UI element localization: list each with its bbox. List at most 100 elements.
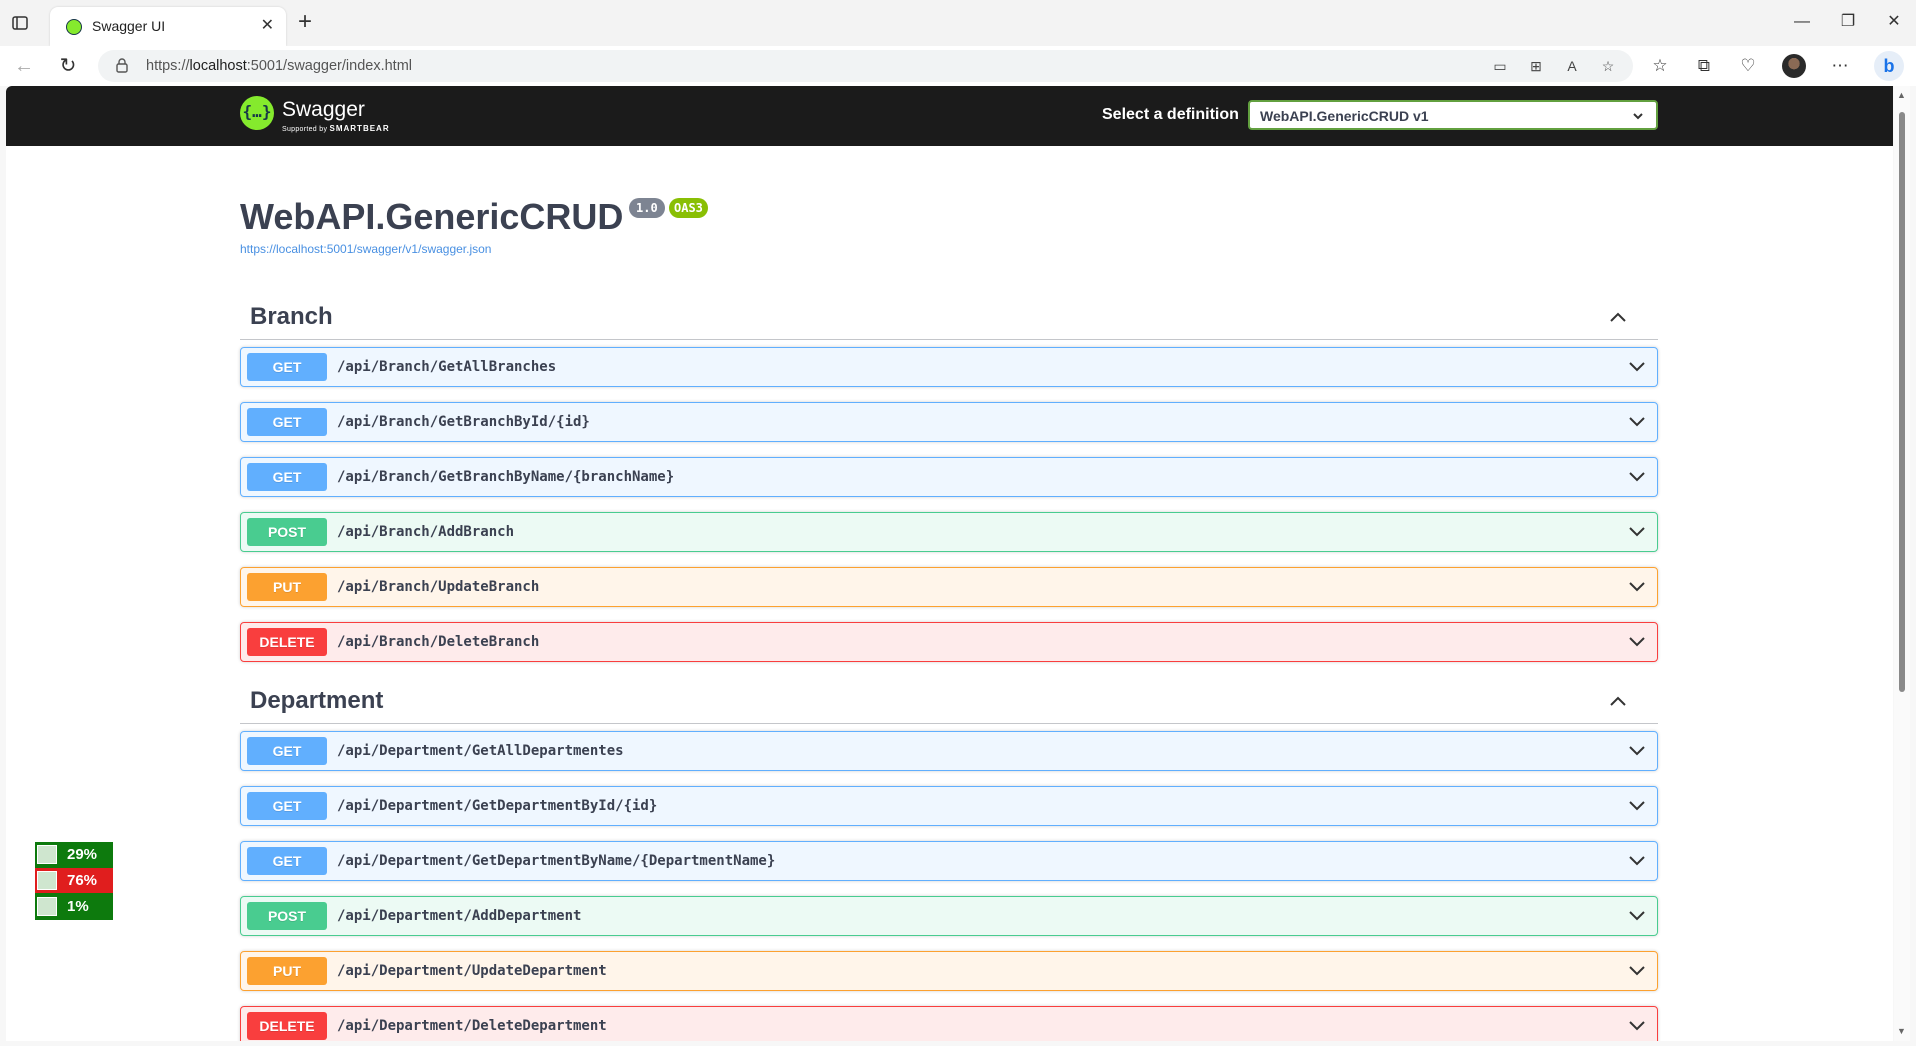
operation-row[interactable]: GET/api/Branch/GetBranchByName/{branchNa… bbox=[240, 457, 1658, 497]
oas-badge: OAS3 bbox=[669, 198, 708, 218]
tab-actions-icon[interactable] bbox=[10, 13, 30, 33]
tag-section-header[interactable]: Branch bbox=[240, 295, 1658, 340]
chevron-down-icon[interactable] bbox=[1627, 634, 1647, 655]
chevron-down-icon[interactable] bbox=[1627, 359, 1647, 380]
chevron-down-icon[interactable] bbox=[1627, 524, 1647, 545]
chevron-down-icon[interactable] bbox=[1627, 963, 1647, 984]
browser-tab-strip: Swagger UI ✕ + — ❐ ✕ bbox=[0, 0, 1916, 46]
operation-row[interactable]: PUT/api/Department/UpdateDepartment bbox=[240, 951, 1658, 991]
copilot-icon[interactable]: b bbox=[1874, 51, 1904, 81]
url-text[interactable]: https://localhost:5001/swagger/index.htm… bbox=[146, 58, 412, 74]
operation-path: /api/Branch/GetBranchByName/{branchName} bbox=[337, 469, 675, 485]
device-icon[interactable]: ▭ bbox=[1490, 56, 1510, 76]
back-icon[interactable]: ← bbox=[12, 54, 36, 78]
chevron-up-icon[interactable] bbox=[1608, 693, 1628, 714]
method-badge: GET bbox=[247, 463, 327, 491]
disk-icon bbox=[37, 897, 57, 916]
tag-section-header[interactable]: Department bbox=[240, 679, 1658, 724]
chevron-down-icon[interactable] bbox=[1627, 743, 1647, 764]
operation-row[interactable]: POST/api/Branch/AddBranch bbox=[240, 512, 1658, 552]
operation-row[interactable]: GET/api/Branch/GetAllBranches bbox=[240, 347, 1658, 387]
window-close-icon[interactable]: ✕ bbox=[1874, 10, 1914, 34]
url-path: :5001/swagger/index.html bbox=[246, 58, 413, 74]
scroll-down-icon[interactable]: ▼ bbox=[1897, 1026, 1906, 1036]
operation-path: /api/Department/GetDepartmentByName/{Dep… bbox=[337, 853, 776, 869]
logo-subtitle: Supported by SMARTBEAR bbox=[282, 124, 390, 133]
tag-name: Branch bbox=[250, 303, 333, 330]
spec-url-link[interactable]: https://localhost:5001/swagger/v1/swagge… bbox=[240, 242, 491, 256]
collections-icon[interactable]: ⧉ bbox=[1692, 54, 1716, 78]
profile-avatar[interactable] bbox=[1782, 54, 1806, 78]
method-badge: PUT bbox=[247, 573, 327, 601]
memory-icon bbox=[37, 871, 57, 890]
chevron-up-icon[interactable] bbox=[1608, 309, 1628, 330]
restore-icon[interactable]: ❐ bbox=[1828, 10, 1868, 34]
more-options-icon[interactable]: ⋯ bbox=[1828, 54, 1852, 78]
api-title: WebAPI.GenericCRUD bbox=[240, 196, 624, 237]
operation-row[interactable]: GET/api/Branch/GetBranchById/{id} bbox=[240, 402, 1658, 442]
operation-row[interactable]: DELETE/api/Branch/DeleteBranch bbox=[240, 622, 1658, 662]
address-toolbar: ← ↻ https://localhost:5001/swagger/index… bbox=[0, 46, 1916, 86]
operation-path: /api/Branch/AddBranch bbox=[337, 524, 515, 540]
refresh-icon[interactable]: ↻ bbox=[56, 54, 80, 78]
address-bar[interactable]: https://localhost:5001/swagger/index.htm… bbox=[98, 50, 1633, 82]
method-badge: GET bbox=[247, 792, 327, 820]
operation-path: /api/Department/UpdateDepartment bbox=[337, 963, 607, 979]
disk-row: 1% bbox=[35, 894, 113, 919]
method-badge: GET bbox=[247, 353, 327, 381]
apps-icon[interactable]: ⊞ bbox=[1526, 56, 1546, 76]
swagger-favicon-icon bbox=[66, 19, 82, 35]
operation-path: /api/Branch/UpdateBranch bbox=[337, 579, 540, 595]
version-badge: 1.0 bbox=[629, 198, 665, 218]
lock-icon[interactable] bbox=[116, 58, 128, 78]
chevron-down-icon[interactable] bbox=[1627, 1018, 1647, 1039]
memory-value: 76% bbox=[67, 872, 98, 889]
disk-value: 1% bbox=[67, 898, 89, 915]
method-badge: DELETE bbox=[247, 1012, 327, 1040]
add-favorite-icon[interactable]: ☆ bbox=[1598, 56, 1618, 76]
method-badge: GET bbox=[247, 737, 327, 765]
operation-row[interactable]: POST/api/Department/AddDepartment bbox=[240, 896, 1658, 936]
chevron-down-icon[interactable] bbox=[1627, 469, 1647, 490]
operation-path: /api/Department/GetDepartmentById/{id} bbox=[337, 798, 658, 814]
method-badge: POST bbox=[247, 902, 327, 930]
tag-name: Department bbox=[250, 687, 384, 714]
cpu-icon bbox=[37, 845, 57, 864]
logo-name: Swagger bbox=[282, 98, 365, 121]
operation-row[interactable]: DELETE/api/Department/DeleteDepartment bbox=[240, 1006, 1658, 1041]
operation-row[interactable]: GET/api/Department/GetAllDepartmentes bbox=[240, 731, 1658, 771]
memory-row: 76% bbox=[35, 868, 113, 893]
chevron-down-icon[interactable] bbox=[1627, 853, 1647, 874]
browser-essentials-icon[interactable]: ♡ bbox=[1736, 54, 1760, 78]
chevron-down-icon[interactable] bbox=[1627, 414, 1647, 435]
definition-label: Select a definition bbox=[1102, 106, 1239, 123]
favorites-icon[interactable]: ☆ bbox=[1648, 54, 1672, 78]
url-domain: localhost bbox=[189, 58, 247, 74]
operation-row[interactable]: PUT/api/Branch/UpdateBranch bbox=[240, 567, 1658, 607]
tab-close-icon[interactable]: ✕ bbox=[261, 16, 274, 36]
page-scrollbar[interactable]: ▲ ▼ bbox=[1894, 86, 1910, 1041]
definition-select[interactable]: WebAPI.GenericCRUD v1 bbox=[1248, 100, 1658, 130]
operation-row[interactable]: GET/api/Department/GetDepartmentByName/{… bbox=[240, 841, 1658, 881]
chevron-down-icon[interactable] bbox=[1627, 579, 1647, 600]
new-tab-icon[interactable]: + bbox=[298, 10, 312, 34]
operation-path: /api/Department/GetAllDepartmentes bbox=[337, 743, 624, 759]
method-badge: GET bbox=[247, 847, 327, 875]
minimize-icon[interactable]: — bbox=[1782, 10, 1822, 34]
logo-brand-text: SMARTBEAR bbox=[329, 124, 390, 133]
method-badge: POST bbox=[247, 518, 327, 546]
system-monitor-widget[interactable]: 29% 76% 1% bbox=[35, 842, 113, 920]
cpu-value: 29% bbox=[67, 846, 98, 863]
url-scheme: https:// bbox=[146, 58, 190, 74]
chevron-down-icon[interactable] bbox=[1627, 798, 1647, 819]
operation-path: /api/Department/DeleteDepartment bbox=[337, 1018, 607, 1034]
swagger-logo-icon: {…} bbox=[240, 96, 274, 130]
operation-row[interactable]: GET/api/Department/GetDepartmentById/{id… bbox=[240, 786, 1658, 826]
scroll-up-icon[interactable]: ▲ bbox=[1897, 90, 1906, 100]
scrollbar-thumb[interactable] bbox=[1899, 112, 1905, 692]
operation-path: /api/Department/AddDepartment bbox=[337, 908, 582, 924]
swagger-logo[interactable]: {…} Swagger Supported by SMARTBEAR bbox=[240, 96, 390, 136]
chevron-down-icon[interactable] bbox=[1627, 908, 1647, 929]
browser-tab[interactable]: Swagger UI ✕ bbox=[50, 7, 286, 46]
read-aloud-icon[interactable]: A bbox=[1562, 56, 1582, 76]
